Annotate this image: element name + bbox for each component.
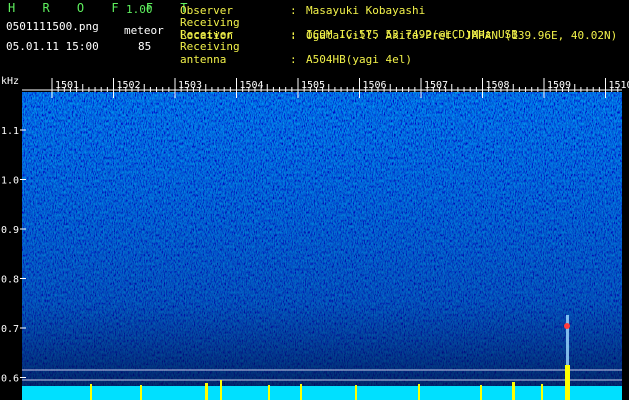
y-tick-label: 0.6	[1, 374, 19, 385]
x-tick-label: 1501	[55, 80, 79, 91]
file-name: 0501111500.png	[6, 20, 99, 33]
y-tick-label: 0.7	[1, 324, 19, 335]
app-version: 1.00	[126, 3, 153, 16]
info-key: Receiving antenna	[180, 40, 240, 66]
x-tick-label: 1502	[117, 80, 141, 91]
meteor-head	[564, 323, 570, 329]
meteor-echo	[565, 365, 570, 400]
mode-label: meteor	[124, 24, 164, 37]
meteor-trail	[566, 315, 569, 365]
x-tick-label: 1508	[486, 80, 510, 91]
y-tick-label: 0.9	[1, 225, 19, 236]
x-tick-label: 1505	[301, 80, 325, 91]
info-value: A504HB(yagi 4el)	[306, 53, 412, 66]
y-tick-label: 0.8	[1, 275, 19, 286]
x-tick-label: 1504	[240, 80, 264, 91]
x-tick-label: 1503	[178, 80, 202, 91]
timestamp: 05.01.11 15:00	[6, 40, 99, 53]
signal-floor	[22, 386, 622, 400]
app-title: H R O F F T	[8, 1, 198, 15]
count-value: 85	[138, 40, 152, 53]
y-axis-unit: kHz	[1, 76, 19, 87]
info-antenna: Receiving antenna: A504HB(yagi 4el)	[180, 40, 412, 66]
x-tick-label: 1506	[363, 80, 387, 91]
x-tick-label: 1507	[424, 80, 448, 91]
x-tick-label: 1510	[609, 80, 629, 91]
spectrogram-shading	[22, 92, 622, 392]
x-tick-label: 1509	[547, 80, 571, 91]
y-tick-label: 1.0	[1, 176, 19, 187]
y-tick-label: 1.1	[1, 126, 19, 137]
